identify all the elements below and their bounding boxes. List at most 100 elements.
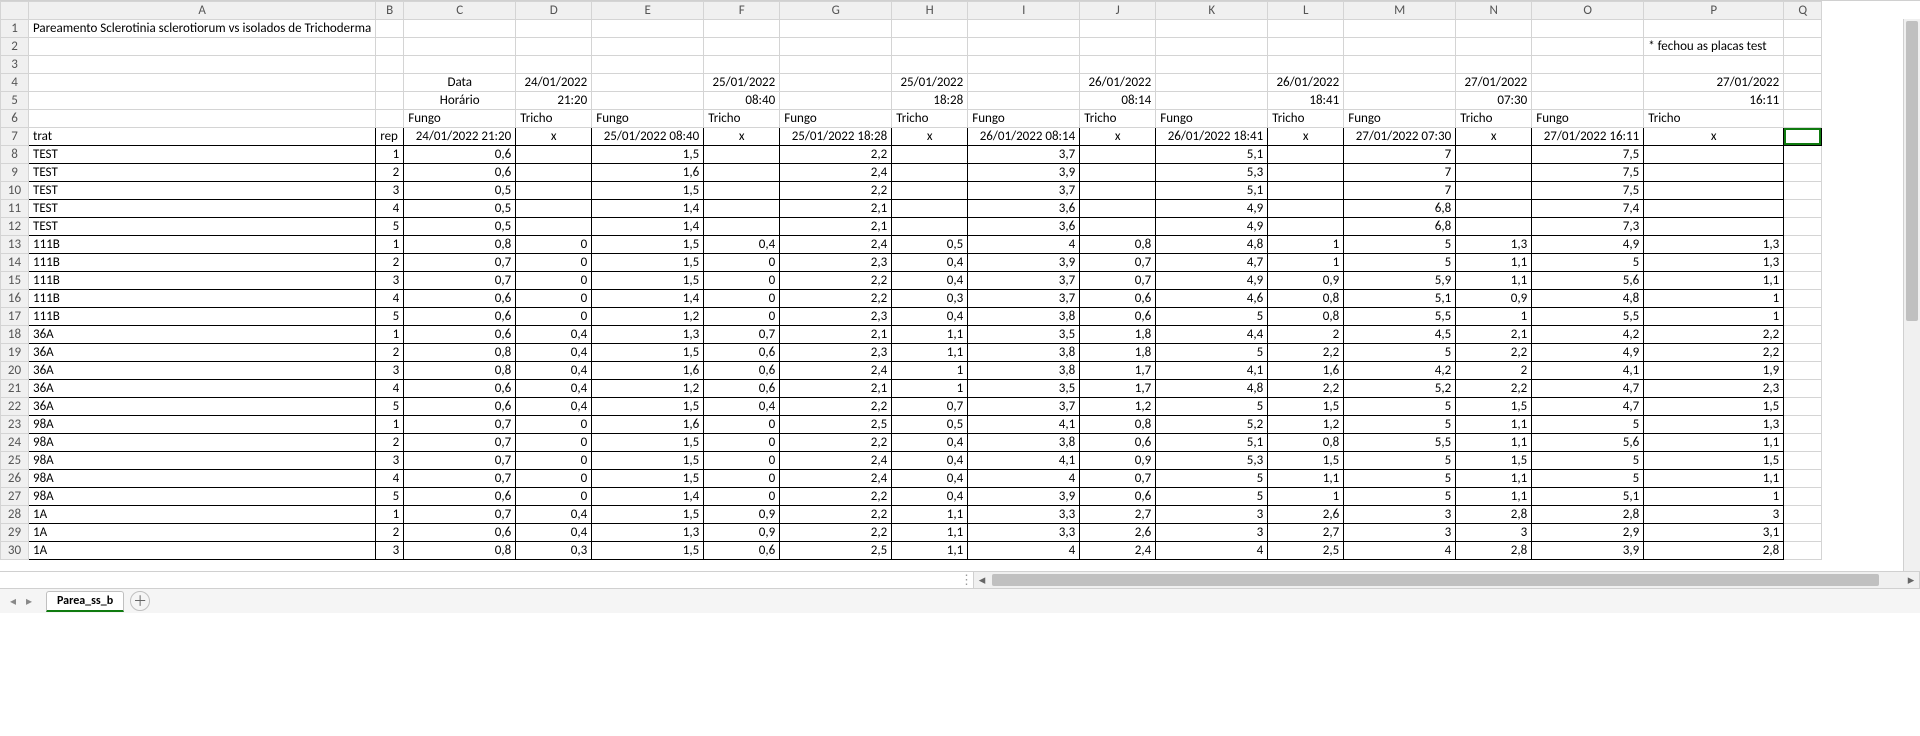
- cell-rep[interactable]: 3: [376, 542, 404, 560]
- cell-F[interactable]: 0,6: [704, 542, 780, 560]
- cell-K[interactable]: 4,7: [1156, 254, 1268, 272]
- row-header-10[interactable]: 10: [1, 182, 29, 200]
- cell-H[interactable]: 0,7: [892, 398, 968, 416]
- cell-rep[interactable]: 2: [376, 344, 404, 362]
- cell-H[interactable]: 0,4: [892, 470, 968, 488]
- cell-G[interactable]: 2,2: [780, 488, 892, 506]
- cell-L[interactable]: 1,5: [1268, 398, 1344, 416]
- cell-J3[interactable]: [1080, 56, 1156, 74]
- cell-K[interactable]: 5: [1156, 488, 1268, 506]
- cell-C[interactable]: 0,6: [404, 524, 516, 542]
- cell-rep[interactable]: 2: [376, 434, 404, 452]
- cell-D[interactable]: 0,4: [516, 380, 592, 398]
- cell-L2[interactable]: [1268, 38, 1344, 56]
- cell-H[interactable]: 1,1: [892, 326, 968, 344]
- horizontal-scrollbar[interactable]: ◂ ▸: [973, 572, 1920, 588]
- cell-O[interactable]: 4,1: [1532, 362, 1644, 380]
- cell-F2[interactable]: [704, 38, 780, 56]
- cell-L1[interactable]: [1268, 20, 1344, 38]
- cell-C[interactable]: 0,8: [404, 362, 516, 380]
- cell-C[interactable]: 0,6: [404, 164, 516, 182]
- cell-O[interactable]: 4,8: [1532, 290, 1644, 308]
- cell-K[interactable]: 5: [1156, 344, 1268, 362]
- cell-B2[interactable]: [376, 38, 404, 56]
- cell-Q9[interactable]: [1784, 164, 1822, 182]
- cell-time-F[interactable]: 08:40: [704, 92, 780, 110]
- cell-E[interactable]: 1,3: [592, 524, 704, 542]
- cell-O[interactable]: 5: [1532, 416, 1644, 434]
- cell-C[interactable]: 0,6: [404, 380, 516, 398]
- cell-P1[interactable]: [1644, 20, 1784, 38]
- cell-date-F[interactable]: 25/01/2022: [704, 74, 780, 92]
- cell-L[interactable]: [1268, 182, 1344, 200]
- cell-K2[interactable]: [1156, 38, 1268, 56]
- cell-F[interactable]: 0: [704, 290, 780, 308]
- cell-L[interactable]: 2,5: [1268, 542, 1344, 560]
- cell-H[interactable]: 0,3: [892, 290, 968, 308]
- cell-M[interactable]: 5,5: [1344, 308, 1456, 326]
- cell-G[interactable]: 2,1: [780, 326, 892, 344]
- cell-L[interactable]: 1: [1268, 236, 1344, 254]
- cell-O3[interactable]: [1532, 56, 1644, 74]
- cell-B3[interactable]: [376, 56, 404, 74]
- cell-time-J[interactable]: 08:14: [1080, 92, 1156, 110]
- cell-fungo-K[interactable]: Fungo: [1156, 110, 1268, 128]
- cell-B4[interactable]: [376, 74, 404, 92]
- cell-I[interactable]: 3,7: [968, 182, 1080, 200]
- cell-D[interactable]: 0: [516, 452, 592, 470]
- cell-F1[interactable]: [704, 20, 780, 38]
- cell-D[interactable]: 0: [516, 254, 592, 272]
- cell-E[interactable]: 1,5: [592, 398, 704, 416]
- cell-G[interactable]: 2,4: [780, 452, 892, 470]
- cell-F[interactable]: 0,6: [704, 344, 780, 362]
- cell-K[interactable]: 3: [1156, 506, 1268, 524]
- cell-Q13[interactable]: [1784, 236, 1822, 254]
- cell-L[interactable]: [1268, 146, 1344, 164]
- cell-N[interactable]: [1456, 146, 1532, 164]
- cell-L[interactable]: [1268, 164, 1344, 182]
- cell-C[interactable]: 0,7: [404, 434, 516, 452]
- cell-I1[interactable]: [968, 20, 1080, 38]
- cell-Q25[interactable]: [1784, 452, 1822, 470]
- cell-H1[interactable]: [892, 20, 968, 38]
- cell-I[interactable]: 4,1: [968, 416, 1080, 434]
- cell-N2[interactable]: [1456, 38, 1532, 56]
- cell-Q4[interactable]: [1784, 74, 1822, 92]
- cell-trat[interactable]: TEST: [29, 164, 376, 182]
- cell-N[interactable]: 2,8: [1456, 542, 1532, 560]
- cell-L[interactable]: 2,6: [1268, 506, 1344, 524]
- cell-trat[interactable]: 36A: [29, 380, 376, 398]
- cell-Q7[interactable]: [1784, 128, 1822, 146]
- cell-x-D[interactable]: x: [516, 128, 592, 146]
- cell-M[interactable]: 3: [1344, 524, 1456, 542]
- cell-H[interactable]: [892, 146, 968, 164]
- cell-C[interactable]: 0,7: [404, 452, 516, 470]
- row-header-30[interactable]: 30: [1, 542, 29, 560]
- cell-C1[interactable]: [404, 20, 516, 38]
- cell-P3[interactable]: [1644, 56, 1784, 74]
- cell-Q28[interactable]: [1784, 506, 1822, 524]
- cell-K[interactable]: 5,1: [1156, 146, 1268, 164]
- cell-P[interactable]: 1,3: [1644, 254, 1784, 272]
- row-header-21[interactable]: 21: [1, 380, 29, 398]
- row-header-17[interactable]: 17: [1, 308, 29, 326]
- cell-trat[interactable]: 36A: [29, 344, 376, 362]
- cell-L[interactable]: 0,9: [1268, 272, 1344, 290]
- cell-O[interactable]: 4,9: [1532, 344, 1644, 362]
- cell-trat[interactable]: TEST: [29, 146, 376, 164]
- cell-G[interactable]: 2,4: [780, 362, 892, 380]
- cell-K[interactable]: 4,4: [1156, 326, 1268, 344]
- cell-F[interactable]: 0,4: [704, 398, 780, 416]
- cell-O[interactable]: 7,3: [1532, 218, 1644, 236]
- cell-J[interactable]: 0,8: [1080, 236, 1156, 254]
- cell-N[interactable]: 1,5: [1456, 452, 1532, 470]
- cell-N[interactable]: 1: [1456, 308, 1532, 326]
- cell-H[interactable]: 1,1: [892, 524, 968, 542]
- cell-C[interactable]: 0,6: [404, 488, 516, 506]
- cell-F[interactable]: [704, 218, 780, 236]
- cell-E[interactable]: 1,6: [592, 164, 704, 182]
- cell-K[interactable]: 4,8: [1156, 380, 1268, 398]
- cell-F[interactable]: 0,4: [704, 236, 780, 254]
- cell-N[interactable]: [1456, 200, 1532, 218]
- cell-G[interactable]: 2,4: [780, 164, 892, 182]
